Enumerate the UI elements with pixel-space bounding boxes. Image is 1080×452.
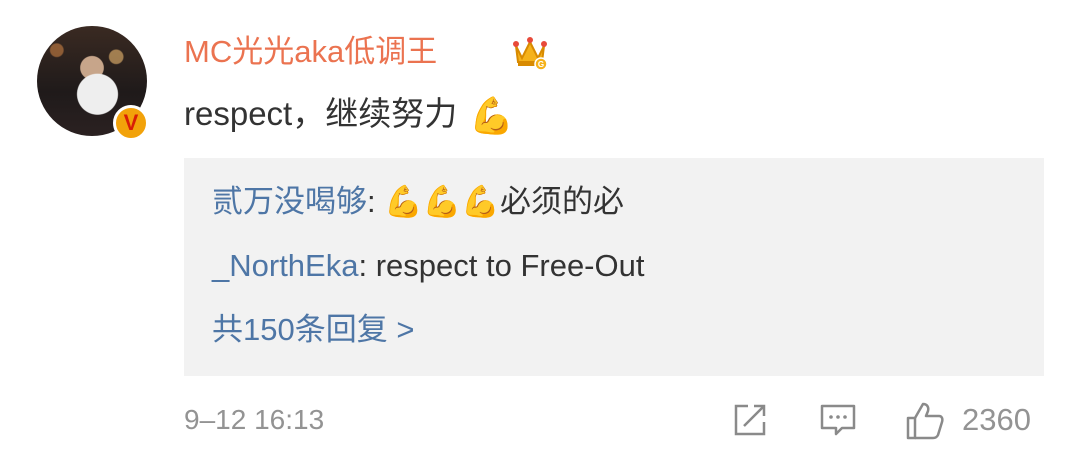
reply-text: 必须的必 [500,184,625,219]
comment-icon[interactable] [818,400,858,440]
reply-separator: : [358,248,376,283]
share-icon[interactable] [730,400,770,440]
reply-username[interactable]: 贰万没喝够 [212,184,367,219]
reply-username[interactable]: _NorthEka [212,248,358,283]
like-count: 2360 [962,402,1031,437]
verified-badge: V [113,105,149,141]
reply-separator: : [367,184,385,219]
thumbs-up-icon[interactable] [904,400,946,442]
comment-text: respect，继续努力 💪 [184,90,514,138]
svg-text:G: G [538,60,544,69]
muscle-emoji: 💪💪💪 [384,184,501,219]
username[interactable]: MC光光aka低调王 [184,30,437,74]
reply-item[interactable]: _NorthEka: respect to Free-Out [212,244,644,288]
reply-preview[interactable]: 贰万没喝够: 💪💪💪必须的必 _NorthEka: respect to Fre… [184,158,1044,376]
crown-icon: G [513,37,548,71]
muscle-emoji: 💪 [469,95,515,137]
reply-text: respect to Free-Out [375,248,645,283]
reply-item[interactable]: 贰万没喝够: 💪💪💪必须的必 [212,180,624,224]
timestamp: 9–12 16:13 [184,404,325,435]
comment-body: respect，继续努力 [184,95,458,132]
more-replies-link[interactable]: 共150条回复 > [212,308,414,352]
